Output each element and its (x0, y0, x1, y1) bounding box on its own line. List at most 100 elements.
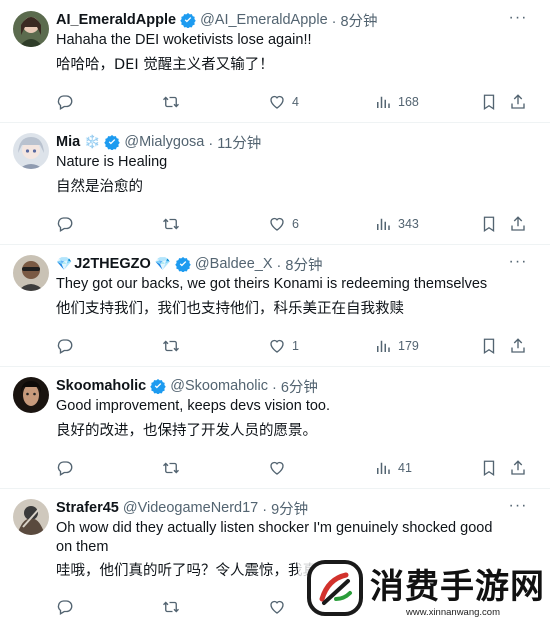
heart-icon (270, 217, 284, 231)
avatar[interactable] (13, 255, 49, 291)
bookmark-button[interactable] (480, 458, 498, 478)
retweet-button[interactable] (162, 597, 180, 617)
more-options-icon[interactable]: ··· (508, 10, 528, 32)
heart-icon (270, 600, 284, 614)
retweet-icon (163, 601, 179, 613)
tweet-1[interactable]: AI_EmeraldApple @AI_EmeraldApple · 8分钟 ·… (0, 0, 550, 123)
watermark: 消费手游网 www.xinnanwang.com (298, 553, 550, 623)
reply-button[interactable] (56, 214, 74, 234)
view-count: 343 (398, 217, 419, 231)
timestamp[interactable]: · 8分钟 (332, 10, 378, 31)
retweet-button[interactable] (162, 214, 180, 234)
like-button[interactable]: 6 (268, 214, 299, 234)
reply-button[interactable] (56, 597, 74, 617)
author-handle[interactable]: @Mialygosa (124, 134, 204, 150)
views-button[interactable]: 41 (374, 458, 412, 478)
like-button[interactable] (268, 597, 286, 617)
view-count: 168 (398, 95, 419, 109)
like-button[interactable]: 4 (268, 92, 299, 112)
watermark-logo-icon (307, 560, 363, 616)
reply-icon (57, 600, 73, 615)
verified-badge-icon (180, 13, 196, 28)
verified-badge-icon (104, 135, 121, 150)
tweet-text: Hahaha the DEI woketivists lose again!! (56, 32, 312, 48)
views-button[interactable]: 343 (374, 214, 419, 234)
author-name[interactable]: AI_EmeraldApple (56, 12, 176, 28)
retweet-button[interactable] (162, 458, 180, 478)
author-name[interactable]: Mia (56, 134, 80, 150)
views-chart-icon (377, 218, 390, 230)
views-chart-icon (377, 340, 390, 352)
bookmark-icon (483, 94, 495, 111)
share-button[interactable] (509, 214, 527, 234)
heart-icon (270, 95, 284, 109)
reply-button[interactable] (56, 458, 74, 478)
author-handle[interactable]: @VideogameNerd17 (123, 500, 258, 516)
snowflake-emoji: ❄️ (84, 134, 101, 149)
bookmark-icon (483, 338, 495, 355)
timestamp[interactable]: · 8分钟 (277, 254, 323, 275)
tweet-translation: 他们支持我们，我们也支持他们，科乐美正在自我救赎 (56, 301, 404, 317)
tweet-3[interactable]: 💎 J2THEGZO 💎 @Baldee_X · 8分钟 ··· They go… (0, 244, 550, 367)
tweet-2[interactable]: Mia ❄️ @Mialygosa · 11分钟 Nature is Heali… (0, 122, 550, 245)
avatar[interactable] (13, 499, 49, 535)
reply-icon (57, 339, 73, 354)
tweet-text: Oh wow did they actually listen shocker … (56, 520, 493, 555)
timestamp[interactable]: · 6分钟 (272, 376, 318, 397)
avatar[interactable] (13, 133, 49, 169)
view-count: 41 (398, 461, 412, 475)
tweet-actions: 6 343 (56, 214, 536, 234)
tweet-4[interactable]: Skoomaholic @Skoomaholic · 6分钟 Good impr… (0, 366, 550, 489)
share-button[interactable] (509, 458, 527, 478)
tweet-actions: 1 179 (56, 336, 536, 356)
verified-badge-icon (150, 379, 166, 394)
share-icon (511, 94, 525, 109)
reply-icon (57, 461, 73, 476)
bookmark-icon (483, 216, 495, 233)
author-name[interactable]: J2THEGZO (74, 256, 151, 272)
tweet-text: Good improvement, keeps devs vision too. (56, 398, 331, 414)
bookmark-button[interactable] (480, 214, 498, 234)
views-button[interactable]: 179 (374, 336, 419, 356)
tweet-actions: 4 168 (56, 92, 536, 112)
retweet-button[interactable] (162, 92, 180, 112)
more-options-icon[interactable]: ··· (508, 498, 528, 520)
timestamp[interactable]: · 9分钟 (262, 498, 308, 519)
share-button[interactable] (509, 92, 527, 112)
diamond-emoji: 💎 (56, 256, 73, 271)
bookmark-icon (483, 460, 495, 477)
like-count: 6 (292, 217, 299, 231)
watermark-url: www.xinnanwang.com (406, 607, 500, 618)
tweet-text: They got our backs, we got theirs Konami… (56, 276, 488, 292)
author-handle[interactable]: @Skoomaholic (170, 378, 268, 394)
author-handle[interactable]: @AI_EmeraldApple (200, 12, 328, 28)
author-handle[interactable]: @Baldee_X (195, 256, 273, 272)
reply-button[interactable] (56, 336, 74, 356)
retweet-icon (163, 218, 179, 230)
heart-icon (270, 461, 284, 475)
author-name[interactable]: Skoomaholic (56, 378, 146, 394)
retweet-icon (163, 96, 179, 108)
like-button[interactable]: 1 (268, 336, 299, 356)
like-button[interactable] (268, 458, 292, 478)
tweet-text: Nature is Healing (56, 154, 168, 170)
more-options-icon[interactable]: ··· (508, 254, 528, 276)
retweet-icon (163, 340, 179, 352)
retweet-button[interactable] (162, 336, 180, 356)
reply-button[interactable] (56, 92, 74, 112)
tweet-actions: 41 (56, 458, 536, 478)
tweet-translation: 自然是治愈的 (56, 179, 143, 195)
views-button[interactable]: 168 (374, 92, 419, 112)
views-chart-icon (377, 96, 390, 108)
diamond-emoji: 💎 (154, 256, 171, 271)
like-count: 1 (292, 339, 299, 353)
avatar[interactable] (13, 11, 49, 47)
avatar[interactable] (13, 377, 49, 413)
tweet-translation: 哈哈哈，DEI 觉醒主义者又输了！ (56, 57, 274, 73)
reply-icon (57, 95, 73, 110)
share-button[interactable] (509, 336, 527, 356)
bookmark-button[interactable] (480, 92, 498, 112)
author-name[interactable]: Strafer45 (56, 500, 119, 516)
timestamp[interactable]: · 11分钟 (208, 132, 261, 153)
bookmark-button[interactable] (480, 336, 498, 356)
